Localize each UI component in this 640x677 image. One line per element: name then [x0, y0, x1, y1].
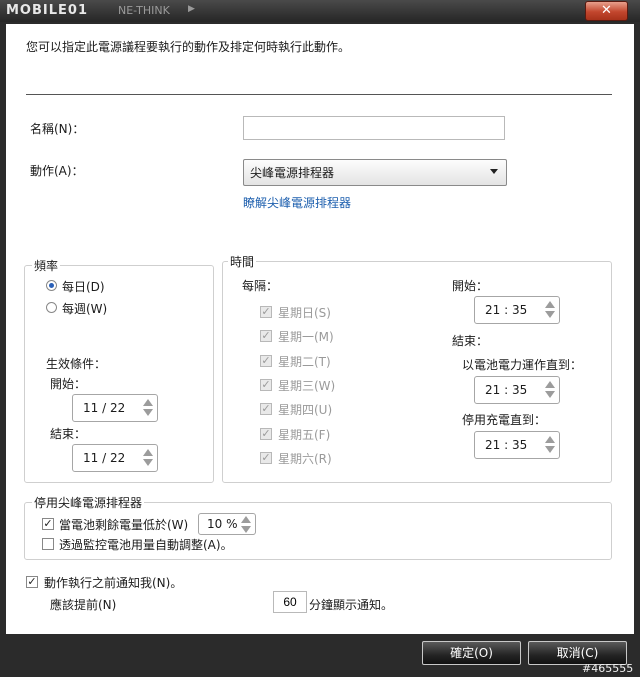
action-select[interactable]: 尖峰電源排程器	[243, 159, 507, 186]
name-label: 名稱(N)：	[30, 122, 85, 136]
effective-start-label: 開始：	[50, 377, 87, 391]
mobile01-logo: MOBILE01	[6, 3, 88, 18]
every-label: 每隔：	[242, 279, 279, 293]
arrow-up-icon[interactable]	[545, 381, 555, 388]
weekday-checkbox: ✓	[260, 329, 272, 343]
learn-more-link[interactable]: 瞭解尖峰電源排程器	[243, 194, 351, 211]
arrow-down-icon[interactable]	[241, 526, 251, 533]
arrow-up-icon[interactable]	[143, 449, 153, 456]
weekday-checkbox: ✓	[260, 377, 272, 391]
charge-until-value: 21 : 35	[485, 438, 528, 452]
notify-label: 動作執行之前通知我(N)。	[44, 576, 183, 590]
arrow-down-icon[interactable]	[143, 459, 153, 466]
weekday-checkbox: ✓	[260, 426, 272, 440]
auto-adjust-checkbox[interactable]	[42, 538, 54, 550]
battery-until-value: 21 : 35	[485, 383, 528, 397]
weekday-label: 星期四(U)	[278, 403, 333, 418]
chevron-down-icon	[490, 169, 498, 174]
charge-until-label: 停用充電直到：	[462, 413, 547, 427]
charge-until-stepper[interactable]: 21 : 35	[474, 431, 560, 459]
ok-button[interactable]: 確定(O)	[422, 641, 521, 665]
close-button[interactable]: ✕	[585, 1, 628, 21]
weekday-label: 星期五(F)	[278, 427, 331, 442]
notify-minutes-input[interactable]	[273, 591, 307, 613]
action-label: 動作(A)：	[30, 164, 84, 178]
effective-start-value: 11 / 22	[83, 401, 126, 415]
effective-end-label: 結束：	[50, 427, 87, 441]
weekday-label: 星期日(S)	[278, 306, 331, 320]
disable-scheduler-title: 停用尖峰電源排程器	[32, 494, 145, 511]
battery-until-label: 以電池電力運作直到：	[462, 358, 583, 372]
dialog-content: 您可以指定此電源議程要執行的動作及排定何時執行此動作。 名稱(N)： 動作(A)…	[6, 24, 634, 634]
frequency-title: 頻率	[32, 257, 61, 274]
arrow-up-icon[interactable]	[241, 516, 251, 523]
weekday-checkbox: ✓	[260, 305, 272, 318]
action-select-value: 尖峰電源排程器	[250, 166, 335, 180]
weekday-label: 星期一(M)	[278, 330, 334, 345]
low-battery-value: 10 %	[207, 517, 238, 531]
weekday-label: 星期六(R)	[278, 451, 332, 466]
arrow-up-icon[interactable]	[545, 436, 555, 443]
low-battery-checkbox[interactable]: ✓	[42, 518, 54, 530]
radio-weekly[interactable]	[46, 302, 57, 313]
divider	[26, 94, 612, 95]
title-arrow-icon: ▶	[188, 4, 195, 14]
weekday-checkbox: ✓	[260, 450, 272, 464]
low-battery-stepper[interactable]: 10 %	[198, 513, 256, 535]
name-input[interactable]	[243, 116, 505, 140]
title-bar: MOBILE01 NE-THINK ▶ ✕	[0, 0, 640, 22]
arrow-down-icon[interactable]	[143, 409, 153, 416]
window-title: NE-THINK	[118, 4, 170, 17]
time-end-label: 結束：	[452, 334, 489, 348]
arrow-up-icon[interactable]	[545, 301, 555, 308]
intro-text: 您可以指定此電源議程要執行的動作及排定何時執行此動作。	[26, 40, 351, 54]
weekday-label: 星期二(T)	[278, 354, 331, 369]
notify-suffix: 分鐘顯示通知。	[309, 598, 394, 612]
arrow-down-icon[interactable]	[545, 446, 555, 453]
weekday-checkbox: ✓	[260, 353, 272, 367]
effective-end-value: 11 / 22	[83, 451, 126, 465]
time-title: 時間	[228, 253, 257, 270]
radio-daily[interactable]	[46, 280, 57, 291]
notify-advance-label: 應該提前(N)	[50, 598, 117, 612]
radio-daily-label: 每日(D)	[62, 280, 105, 294]
weekday-label: 星期三(W)	[278, 378, 336, 393]
watermark: #465555	[582, 662, 634, 675]
arrow-down-icon[interactable]	[545, 391, 555, 398]
time-start-label: 開始：	[452, 279, 489, 293]
battery-until-stepper[interactable]: 21 : 35	[474, 376, 560, 404]
notify-checkbox[interactable]: ✓	[26, 576, 38, 588]
time-start-value: 21 : 35	[485, 303, 528, 317]
effective-start-stepper[interactable]: 11 / 22	[72, 394, 158, 422]
weekday-checkbox: ✓	[260, 402, 272, 416]
arrow-up-icon[interactable]	[143, 399, 153, 406]
effective-title: 生效條件：	[46, 357, 107, 371]
auto-adjust-label: 透過監控電池用量自動調整(A)。	[59, 538, 233, 552]
time-start-stepper[interactable]: 21 : 35	[474, 296, 560, 324]
arrow-down-icon[interactable]	[545, 311, 555, 318]
effective-end-stepper[interactable]: 11 / 22	[72, 444, 158, 472]
low-battery-label: 當電池剩餘電量低於(W)	[59, 518, 189, 532]
radio-weekly-label: 每週(W)	[62, 302, 108, 316]
